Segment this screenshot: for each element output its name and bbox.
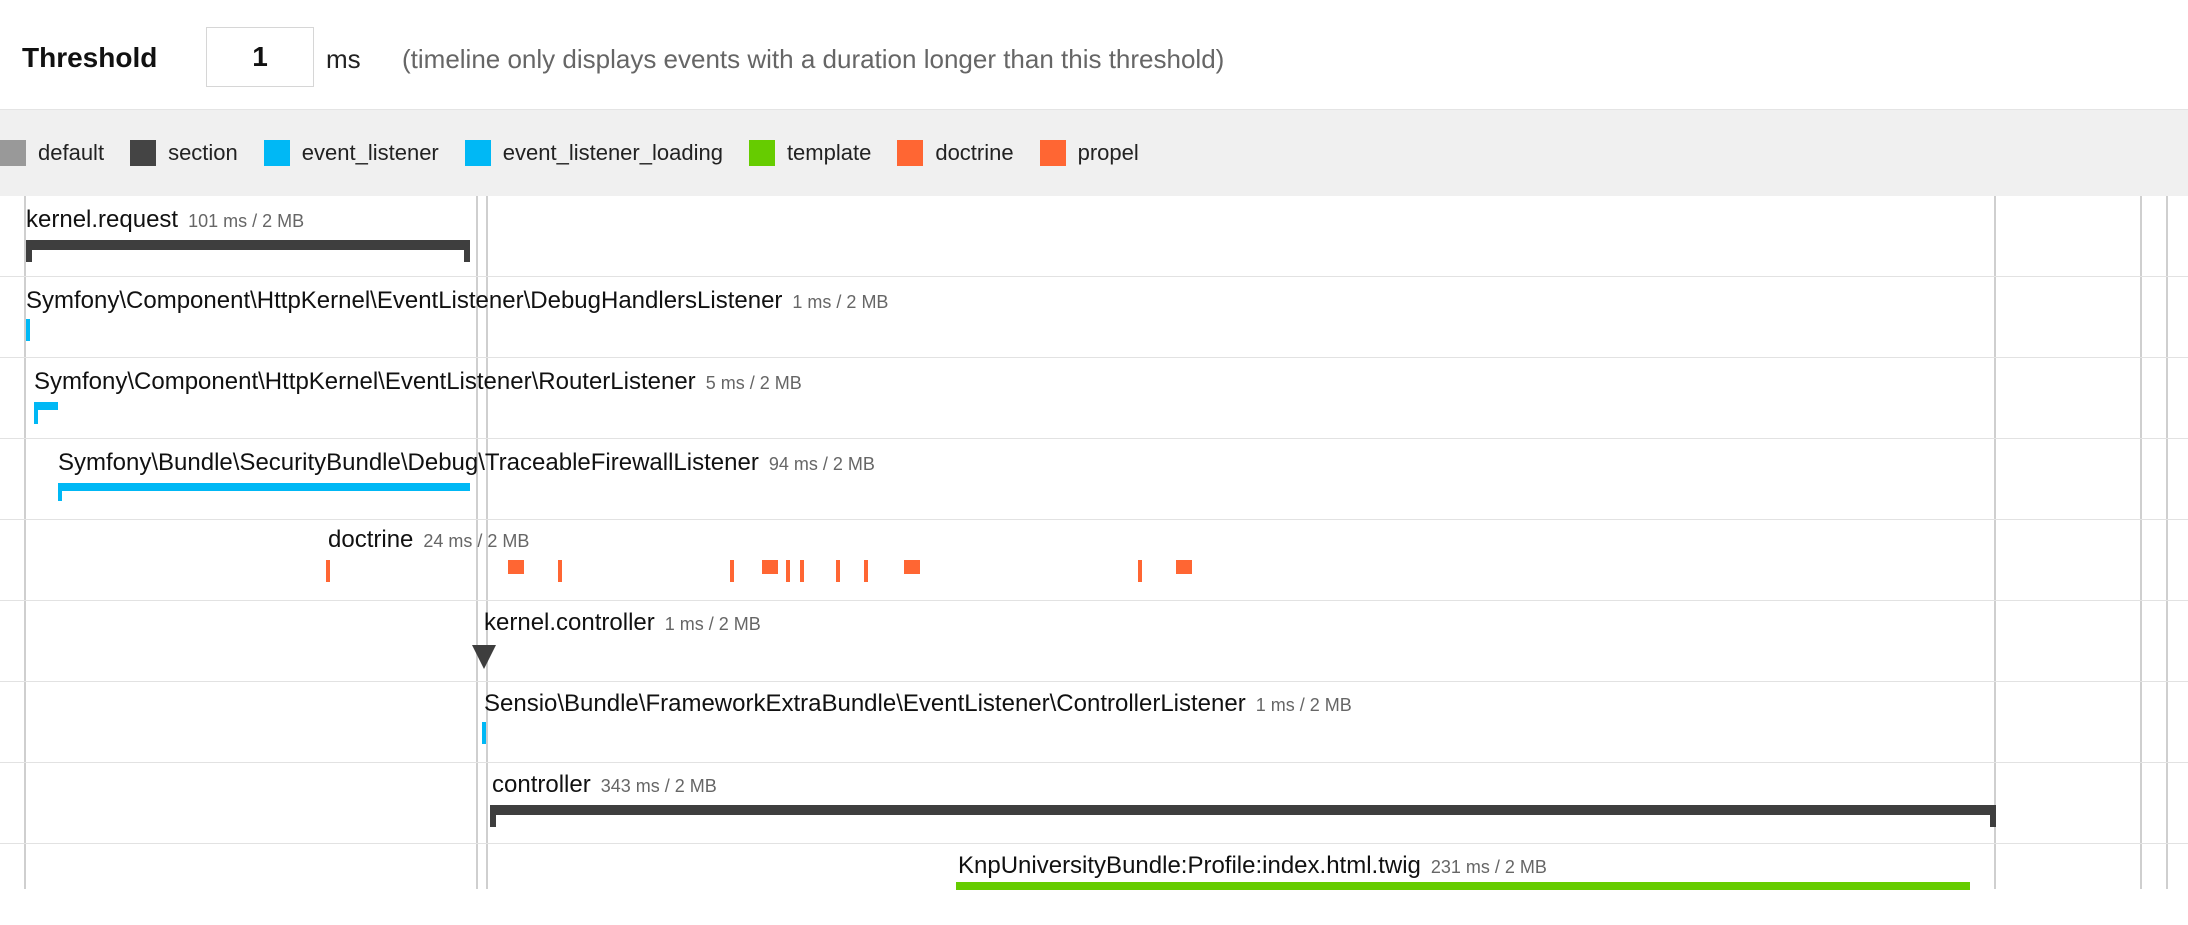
section-marker[interactable] — [472, 645, 496, 669]
event-name: doctrine — [328, 526, 414, 553]
event-name: Symfony\Bundle\SecurityBundle\Debug\Trac… — [58, 449, 759, 476]
legend-swatch-template — [748, 140, 775, 166]
event-label[interactable]: controller 343 ms / 2 MB — [492, 771, 717, 799]
event-name: Symfony\Component\HttpKernel\EventListen… — [34, 368, 696, 395]
timeline-row: kernel.controller 1 ms / 2 MB — [0, 601, 2188, 682]
legend-label: doctrine — [935, 140, 1014, 165]
legend-swatch-event-listener-loading — [464, 140, 491, 166]
event-label[interactable]: Sensio\Bundle\FrameworkExtraBundle\Event… — [484, 690, 1352, 718]
legend-swatch-propel — [1039, 140, 1066, 166]
event-meta: 343 ms / 2 MB — [600, 776, 717, 796]
threshold-bar: Threshold ms (timeline only displays eve… — [0, 0, 2188, 110]
legend-swatch-doctrine — [897, 140, 924, 166]
event-meta: 1 ms / 2 MB — [792, 292, 889, 312]
timeline-row: Symfony\Bundle\SecurityBundle\Debug\Trac… — [0, 439, 2188, 520]
doctrine-query-mark[interactable] — [558, 560, 562, 582]
doctrine-query-mark[interactable] — [786, 560, 790, 582]
legend-item-event-listener: event_listener — [263, 140, 439, 166]
event-meta: 1 ms / 2 MB — [1255, 695, 1352, 715]
legend-item-event-listener-loading: event_listener_loading — [464, 140, 723, 166]
legend: default section event_listener event_lis… — [0, 110, 1165, 196]
threshold-unit: ms — [326, 44, 361, 74]
doctrine-query-mark[interactable] — [730, 560, 734, 582]
event-listener-bar-tick — [58, 483, 62, 501]
legend-item-propel: propel — [1039, 140, 1139, 166]
doctrine-query-mark[interactable] — [762, 560, 778, 574]
doctrine-query-mark[interactable] — [508, 560, 524, 574]
legend-label: template — [786, 140, 872, 165]
event-listener-bar[interactable] — [482, 722, 486, 744]
event-listener-bar[interactable] — [58, 483, 470, 491]
legend-label: propel — [1077, 140, 1139, 165]
event-listener-bar-tick — [34, 402, 38, 424]
legend-bar: default section event_listener event_lis… — [0, 110, 2188, 196]
timeline-row: doctrine 24 ms / 2 MB — [0, 520, 2188, 601]
doctrine-query-mark[interactable] — [1138, 560, 1142, 582]
event-label[interactable]: Symfony\Component\HttpKernel\EventListen… — [34, 368, 802, 396]
timeline-row: Symfony\Component\HttpKernel\EventListen… — [0, 358, 2188, 439]
doctrine-query-mark[interactable] — [836, 560, 840, 582]
doctrine-query-mark[interactable] — [800, 560, 804, 582]
legend-item-default: default — [0, 140, 104, 166]
doctrine-query-mark[interactable] — [1176, 560, 1192, 574]
timeline-row: controller 343 ms / 2 MB — [0, 763, 2188, 844]
section-bar[interactable] — [490, 805, 1996, 815]
section-bar-end — [1990, 805, 1996, 827]
event-label[interactable]: kernel.request 101 ms / 2 MB — [26, 206, 304, 234]
event-meta: 24 ms / 2 MB — [423, 531, 530, 551]
legend-item-template: template — [748, 140, 872, 166]
legend-item-section: section — [130, 140, 238, 166]
legend-label: event_listener_loading — [502, 140, 723, 165]
legend-swatch-event-listener — [263, 140, 290, 166]
event-label[interactable]: doctrine 24 ms / 2 MB — [328, 526, 529, 554]
legend-label: event_listener — [301, 140, 439, 165]
event-name: KnpUniversityBundle:Profile:index.html.t… — [958, 852, 1421, 879]
event-name: Symfony\Component\HttpKernel\EventListen… — [26, 287, 783, 314]
event-name: controller — [492, 771, 591, 798]
event-meta: 94 ms / 2 MB — [768, 454, 875, 474]
event-meta: 101 ms / 2 MB — [188, 211, 305, 231]
event-name: kernel.request — [26, 206, 179, 233]
timeline: kernel.request 101 ms / 2 MB Symfony\Comp… — [0, 196, 2188, 890]
event-label[interactable]: kernel.controller 1 ms / 2 MB — [484, 609, 761, 637]
event-meta: 5 ms / 2 MB — [705, 373, 802, 393]
legend-swatch-default — [0, 140, 26, 166]
legend-swatch-section — [130, 140, 157, 166]
timeline-row: KnpUniversityBundle:Profile:index.html.t… — [0, 844, 2188, 925]
section-bar-end — [464, 240, 470, 262]
threshold-hint: (timeline only displays events with a du… — [402, 44, 1225, 74]
legend-label: section — [168, 140, 238, 165]
legend-label: default — [38, 140, 105, 165]
event-meta: 1 ms / 2 MB — [664, 614, 761, 634]
doctrine-query-mark[interactable] — [864, 560, 868, 582]
event-listener-bar[interactable] — [26, 319, 30, 341]
doctrine-query-mark[interactable] — [326, 560, 330, 582]
event-name: Sensio\Bundle\FrameworkExtraBundle\Event… — [484, 690, 1246, 717]
timeline-row: Symfony\Component\HttpKernel\EventListen… — [0, 277, 2188, 358]
doctrine-query-mark[interactable] — [904, 560, 920, 574]
timeline-row: Sensio\Bundle\FrameworkExtraBundle\Event… — [0, 682, 2188, 763]
event-label[interactable]: Symfony\Bundle\SecurityBundle\Debug\Trac… — [58, 449, 875, 477]
threshold-label: Threshold — [22, 42, 158, 73]
legend-item-doctrine: doctrine — [897, 140, 1014, 166]
section-bar-start — [490, 805, 496, 827]
section-bar-start — [26, 240, 32, 262]
event-label[interactable]: KnpUniversityBundle:Profile:index.html.t… — [958, 852, 1547, 880]
threshold-input[interactable] — [206, 27, 314, 87]
event-label[interactable]: Symfony\Component\HttpKernel\EventListen… — [26, 287, 888, 315]
event-name: kernel.controller — [484, 609, 655, 636]
event-meta: 231 ms / 2 MB — [1430, 857, 1547, 877]
timeline-row: kernel.request 101 ms / 2 MB — [0, 196, 2188, 277]
section-bar[interactable] — [26, 240, 470, 250]
